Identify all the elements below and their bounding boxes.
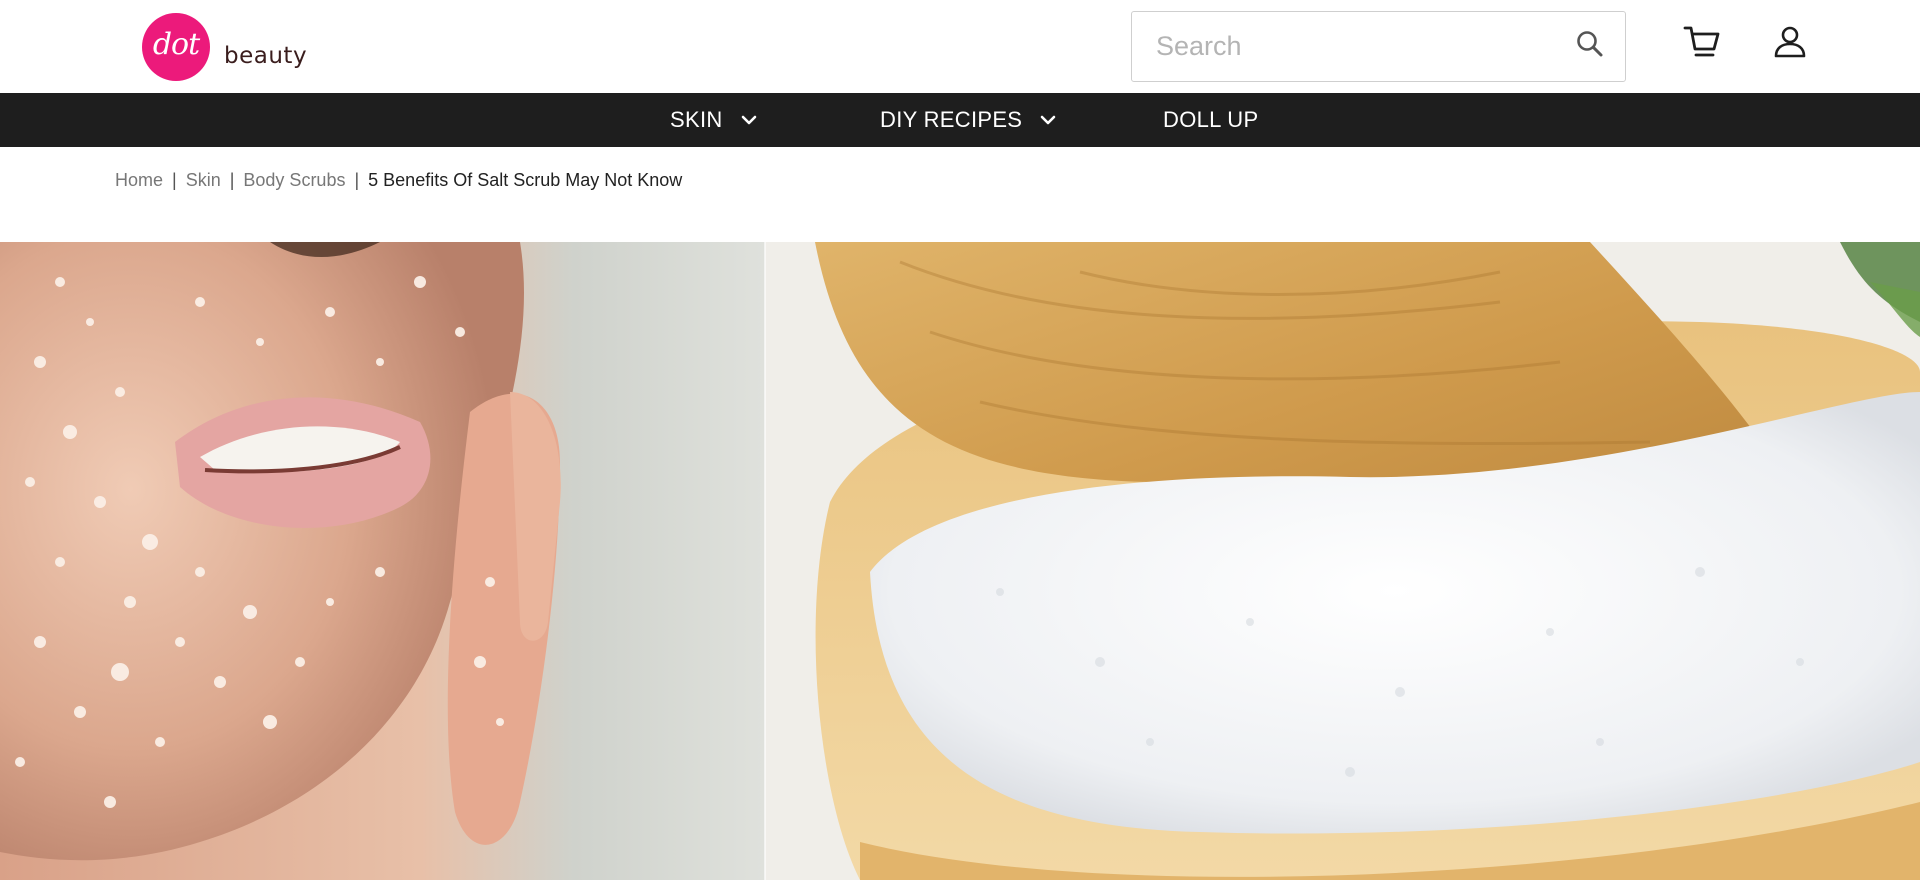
nav-item-diy-recipes[interactable]: DIY RECIPES: [880, 93, 1056, 147]
cart-icon: [1683, 25, 1721, 64]
account-button[interactable]: [1768, 22, 1812, 66]
logo-wordmark: beauty: [224, 43, 308, 69]
breadcrumb-separator: |: [229, 169, 235, 190]
search-button[interactable]: [1555, 12, 1625, 81]
hero-illustration: [0, 242, 1920, 880]
nav-item-doll-up[interactable]: DOLL UP: [1163, 93, 1258, 147]
site-logo[interactable]: dot beauty: [142, 13, 307, 81]
search-bar: [1131, 11, 1626, 82]
cart-button[interactable]: [1680, 22, 1724, 66]
logo-mark: dot: [142, 13, 210, 81]
breadcrumb-body-scrubs[interactable]: Body Scrubs: [243, 170, 345, 191]
chevron-down-icon: [741, 115, 757, 125]
search-icon: [1575, 29, 1605, 64]
site-header: dot beauty: [0, 0, 1920, 93]
nav-item-skin[interactable]: SKIN: [670, 93, 757, 147]
nav-item-label: SKIN: [670, 107, 723, 132]
nav-item-label: DIY RECIPES: [880, 107, 1023, 132]
breadcrumb-separator: |: [172, 169, 177, 190]
breadcrumb-skin[interactable]: Skin: [186, 170, 221, 191]
user-icon: [1773, 25, 1807, 64]
breadcrumb-home[interactable]: Home: [115, 170, 163, 191]
breadcrumb: Home | Skin | Body Scrubs | 5 Benefits O…: [115, 168, 682, 192]
bowl-of-salt-with-wooden-spoon-photo: [765, 242, 1920, 880]
breadcrumb-separator: |: [354, 169, 360, 190]
main-nav: SKIN DIY RECIPES DOLL UP: [0, 93, 1920, 147]
search-input[interactable]: [1132, 12, 1555, 81]
nav-item-label: DOLL UP: [1163, 107, 1259, 132]
chevron-down-icon: [1040, 115, 1056, 125]
hero-image: [0, 242, 1920, 880]
face-with-salt-scrub-photo: [0, 242, 765, 880]
breadcrumb-current: 5 Benefits Of Salt Scrub May Not Know: [368, 169, 683, 190]
